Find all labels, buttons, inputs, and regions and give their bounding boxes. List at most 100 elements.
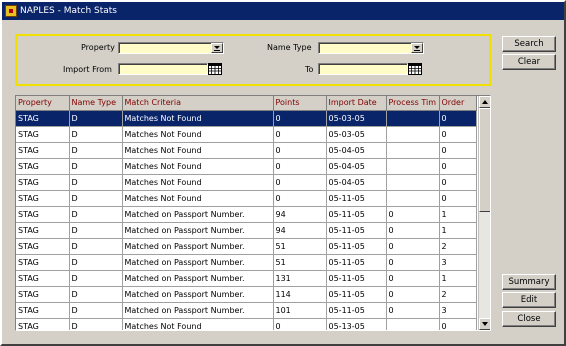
table-row[interactable]: STAG D Matches Not Found 0 05-13-05 0 <box>16 318 477 330</box>
table-row[interactable]: STAG D Matched on Passport Number. 51 05-11-… <box>16 254 477 271</box>
window-title: NAPLES - Match Stats <box>20 6 117 16</box>
table-cell: 0 <box>273 110 327 127</box>
table-cell: 05-11-05 <box>326 302 387 319</box>
table-cell <box>386 110 440 127</box>
table-cell: 05-11-05 <box>326 238 387 255</box>
table-row[interactable]: STAG D Matches Not Found 0 05-03-05 0 <box>16 126 477 143</box>
table-cell: Matched on Passport Number. <box>122 238 274 255</box>
table-cell: D <box>69 238 123 255</box>
search-panel: Property Name Type Import From To <box>15 34 491 86</box>
import-from-field[interactable] <box>118 63 222 75</box>
table-row[interactable]: STAG D Matched on Passport Number. 51 05-11-… <box>16 238 477 255</box>
table-cell: Matches Not Found <box>122 126 274 143</box>
import-from-label: Import From <box>63 65 112 74</box>
scroll-down-icon[interactable] <box>479 318 490 330</box>
table-cell: STAG <box>16 174 70 191</box>
chevron-down-icon[interactable] <box>211 43 223 53</box>
table-cell: 1 <box>439 270 477 287</box>
table-cell: D <box>69 302 123 319</box>
table-cell: STAG <box>16 222 70 239</box>
table-cell: 0 <box>273 318 327 330</box>
table-cell: 0 <box>439 174 477 191</box>
table-cell: 51 <box>273 254 327 271</box>
table-row[interactable]: STAG D Matched on Passport Number. 131 05-11… <box>16 270 477 287</box>
summary-button[interactable]: Summary <box>502 274 556 290</box>
table-cell: 05-11-05 <box>326 254 387 271</box>
column-header[interactable]: Match Criteria <box>122 96 274 111</box>
table-cell: D <box>69 286 123 303</box>
table-cell: STAG <box>16 254 70 271</box>
table-cell: 05-03-05 <box>326 126 387 143</box>
table-row[interactable]: STAG D Matches Not Found 0 05-11-05 0 <box>16 190 477 207</box>
app-icon <box>5 5 17 17</box>
table-cell: D <box>69 222 123 239</box>
edit-button[interactable]: Edit <box>502 292 556 308</box>
table-cell: Matches Not Found <box>122 142 274 159</box>
to-label: To <box>305 65 314 74</box>
table-row[interactable]: STAG D Matches Not Found 0 05-03-05 0 <box>16 110 477 127</box>
table-cell <box>386 142 440 159</box>
vertical-scrollbar[interactable] <box>478 96 490 330</box>
table-row[interactable]: STAG D Matches Not Found 0 05-04-05 0 <box>16 174 477 191</box>
chevron-down-icon[interactable] <box>411 43 423 53</box>
table-cell: Matched on Passport Number. <box>122 286 274 303</box>
scrollbar-thumb[interactable] <box>479 108 490 212</box>
scroll-up-icon[interactable] <box>479 96 490 108</box>
table-row[interactable]: STAG D Matches Not Found 0 05-04-05 0 <box>16 158 477 175</box>
table-cell: Matched on Passport Number. <box>122 254 274 271</box>
table-cell: STAG <box>16 206 70 223</box>
table-cell: 0 <box>386 222 440 239</box>
table-row[interactable]: STAG D Matches Not Found 0 05-04-05 0 <box>16 142 477 159</box>
table-cell: Matches Not Found <box>122 318 274 330</box>
table-cell: Matched on Passport Number. <box>122 206 274 223</box>
calendar-icon[interactable] <box>408 63 422 75</box>
table-cell: 0 <box>386 254 440 271</box>
table-cell: 05-11-05 <box>326 190 387 207</box>
table-cell: 0 <box>439 126 477 143</box>
table-cell: 0 <box>386 238 440 255</box>
table-cell: 94 <box>273 222 327 239</box>
table-row[interactable]: STAG D Matched on Passport Number. 114 05-11… <box>16 286 477 303</box>
table-cell: 0 <box>439 110 477 127</box>
column-header[interactable]: Import Date <box>326 96 387 111</box>
table-cell: 3 <box>439 302 477 319</box>
table-cell <box>386 126 440 143</box>
table-cell: D <box>69 206 123 223</box>
table-cell: 0 <box>273 158 327 175</box>
table-cell: 05-11-05 <box>326 286 387 303</box>
property-field[interactable] <box>118 42 224 54</box>
table-cell: 05-11-05 <box>326 222 387 239</box>
match-stats-window: NAPLES - Match Stats Property Name Type … <box>0 0 566 346</box>
column-header[interactable]: Order <box>439 96 477 111</box>
table-cell: Matches Not Found <box>122 158 274 175</box>
table-body: STAG D Matches Not Found 0 05-03-05 0 STAG D Mat… <box>16 110 477 330</box>
name-type-field[interactable] <box>318 42 424 54</box>
table-cell: 0 <box>439 158 477 175</box>
search-button[interactable]: Search <box>502 36 556 52</box>
table-cell: 0 <box>386 270 440 287</box>
results-table: Property Name Type Match Criteria Points Imp… <box>16 96 477 330</box>
table-row[interactable]: STAG D Matched on Passport Number. 94 05-11-… <box>16 206 477 223</box>
table-cell: Matched on Passport Number. <box>122 222 274 239</box>
table-cell: D <box>69 318 123 330</box>
table-cell: 2 <box>439 286 477 303</box>
column-header[interactable]: Process Tim <box>386 96 440 111</box>
clear-button[interactable]: Clear <box>502 54 556 70</box>
table-cell: Matches Not Found <box>122 174 274 191</box>
column-header[interactable]: Name Type <box>69 96 123 111</box>
table-cell: D <box>69 270 123 287</box>
column-header[interactable]: Points <box>273 96 327 111</box>
table-cell: D <box>69 190 123 207</box>
table-row[interactable]: STAG D Matched on Passport Number. 94 05-11-… <box>16 222 477 239</box>
table-cell: 2 <box>439 238 477 255</box>
results-grid: Property Name Type Match Criteria Points Imp… <box>15 95 491 331</box>
table-row[interactable]: STAG D Matched on Passport Number. 101 05-11… <box>16 302 477 319</box>
table-cell: D <box>69 174 123 191</box>
calendar-icon[interactable] <box>208 63 222 75</box>
to-field[interactable] <box>318 63 422 75</box>
table-cell: 101 <box>273 302 327 319</box>
table-cell: 0 <box>386 286 440 303</box>
close-button[interactable]: Close <box>502 311 556 327</box>
column-header[interactable]: Property <box>16 96 70 111</box>
table-cell: 0 <box>273 190 327 207</box>
